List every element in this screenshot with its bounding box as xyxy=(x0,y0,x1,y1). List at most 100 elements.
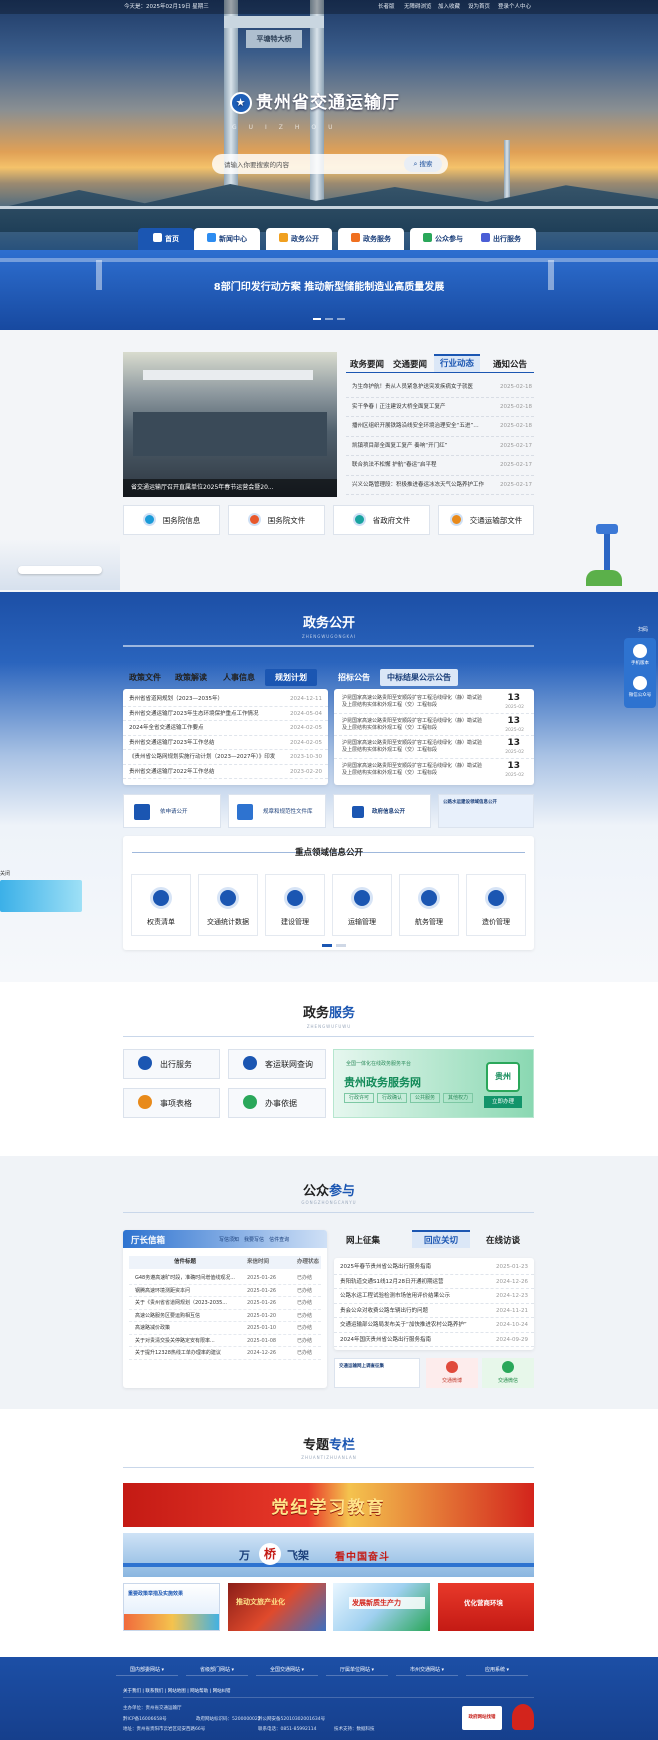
list-item[interactable]: 实干争春丨正注建设大桥全面复工复产 2025-02-18 xyxy=(346,398,534,417)
weibo-card[interactable]: 交通微博 xyxy=(426,1358,478,1388)
table-row[interactable]: 关于对贵清交投关停路定安有限率... 2025-01-08 已办结 xyxy=(129,1335,321,1347)
gov-service-promo[interactable]: 全国一体化在线政务服务平台 贵州政务服务网 行政许可 行政确认 公共服务 其他权力 贵… xyxy=(333,1049,534,1118)
nav-gov-open[interactable]: 政务公开 xyxy=(266,228,332,250)
banner-bridges[interactable]: 万 桥 飞架 看中国奋斗 xyxy=(123,1533,534,1577)
tab-bid-result[interactable]: 中标结果公示公告 xyxy=(380,669,458,686)
nav-travel[interactable]: 出行服务 xyxy=(466,228,536,250)
key-cost[interactable]: 造价管理 xyxy=(466,874,526,936)
list-item[interactable]: 沪昆国家高速公路贵阳至安顺段扩容工程沿线绿化（静）勘试验及上层结构实体和外观工程… xyxy=(334,736,534,759)
mobile-icon[interactable] xyxy=(633,644,647,658)
select-subordinate[interactable]: 厅属单位网站 ▾ xyxy=(326,1664,388,1676)
rules-library-link[interactable]: 规章和规范性文件库 xyxy=(228,794,326,828)
link-letter-query[interactable]: 信件查询 xyxy=(269,1237,289,1243)
news-photo[interactable]: 省交通运输厅召开直属单位2025年春节运营会暨20... xyxy=(123,352,337,497)
list-item[interactable]: 贵州省交通运输厅2023年工作总结 2024-02-05 xyxy=(123,736,328,750)
list-item[interactable]: 为生命护航！贵从人员紧急护送突发疾病女子就医 2025-02-18 xyxy=(346,378,534,398)
list-item[interactable]: 凯镇项目部全面复工复产 奏响“开门红” 2025-02-17 xyxy=(346,437,534,456)
key-transport[interactable]: 运输管理 xyxy=(332,874,392,936)
nav-news[interactable]: 新闻中心 xyxy=(194,228,260,250)
side-wechat-label[interactable]: 微信公众号 xyxy=(624,692,656,698)
list-item[interactable]: 公路水运工程试验检测市场信用评价结果公示 2024-12-23 xyxy=(334,1289,534,1304)
link-homepage[interactable]: 设为首页 xyxy=(468,0,490,14)
tab-response[interactable]: 回应关切 xyxy=(412,1230,471,1248)
tab-bid-notice[interactable]: 招标公告 xyxy=(338,672,370,683)
gov-info-open-link[interactable]: 政府信息公开 xyxy=(333,794,431,828)
list-item[interactable]: 贵州省省道网规划（2023—2035年） 2024-12-11 xyxy=(123,692,328,707)
table-row[interactable]: 高速路减价政策 2025-01-10 已办结 xyxy=(129,1322,321,1335)
list-item[interactable]: 《贵州省公路网规划实施行动计划（2023—2027年）》印发 2023-10-30 xyxy=(123,750,328,765)
tab-notice[interactable]: 通知公告 xyxy=(493,358,527,370)
headline-banner[interactable]: 8部门印发行动方案 推动新型储能制造业高质量发展 xyxy=(0,250,658,330)
quick-province-docs[interactable]: 省政府文件 xyxy=(333,505,430,535)
table-row[interactable]: G48务遵高速旷时段，准确时间增值线观况... 2025-01-26 已办结 xyxy=(129,1272,321,1285)
link-login[interactable]: 登录个人中心 xyxy=(498,0,531,14)
select-national-traffic[interactable]: 全国交通网站 ▾ xyxy=(256,1664,318,1676)
banner-party-study[interactable]: 党纪学习教育 xyxy=(123,1483,534,1527)
float-close[interactable]: 关闭 xyxy=(0,870,10,877)
svc-forms[interactable]: 事项表格 xyxy=(123,1088,220,1118)
search-bar[interactable]: 请输入你要搜索的内容 ⌕ 搜索 xyxy=(212,154,448,174)
svc-basis[interactable]: 办事依据 xyxy=(228,1088,326,1118)
nav-gov-service[interactable]: 政务服务 xyxy=(338,228,404,250)
list-item[interactable]: 兴义公路管理段：积极推进春运冰冻天气公路养护工作 2025-02-17 xyxy=(346,476,534,495)
link-accessible[interactable]: 无障碍浏览 xyxy=(404,0,432,14)
topic-culture[interactable]: 推动文旅产业化 xyxy=(228,1583,326,1631)
list-item[interactable]: 沪昆国家高速公路贵阳至安顺段扩容工程沿线绿化（静）勘试验及上层结构实体和外观工程… xyxy=(334,691,534,714)
link-elder[interactable]: 长者版 xyxy=(378,0,395,14)
link-help[interactable]: 网站帮助 xyxy=(190,1689,208,1694)
table-row[interactable]: 高速公路服务区要运购相互信 2025-01-20 已办结 xyxy=(129,1310,321,1322)
tab-policy[interactable]: 政策文件 xyxy=(129,672,161,683)
tab-personnel[interactable]: 人事信息 xyxy=(223,672,255,683)
link-write-letter[interactable]: 我要写信 xyxy=(244,1237,264,1243)
list-item[interactable]: 2024年国庆贵州省公路出行服务指南 2024-09-29 xyxy=(334,1333,534,1347)
table-row[interactable]: 关于《贵州省省道网规划（2023-2035... 2025-01-26 已办结 xyxy=(129,1297,321,1310)
list-item[interactable]: 联合执法不松懈 护航“春运”启平程 2025-02-17 xyxy=(346,456,534,476)
tab-industry[interactable]: 行业动态 xyxy=(434,354,481,372)
topic-business[interactable]: 优化营商环境 xyxy=(438,1583,534,1631)
list-item[interactable]: 沪昆国家高速公路贵阳至安顺段扩容工程沿线绿化（静）勘试验及上层结构实体和外观工程… xyxy=(334,714,534,736)
apply-open-link[interactable]: 依申请公开 xyxy=(123,794,221,828)
select-ministry-sites[interactable]: 国内部委网站 ▾ xyxy=(116,1664,178,1676)
list-item[interactable]: 贵阳轨道交通S1线12月28日开通初期运营 2024-12-26 xyxy=(334,1275,534,1289)
wechat-icon[interactable] xyxy=(633,676,647,690)
list-item[interactable]: 2024年全省交通运输工作要点 2024-02-05 xyxy=(123,721,328,736)
list-item[interactable]: 贵州省交通运输厅2023年生态环境保护重点工作情况 2024-05-04 xyxy=(123,707,328,721)
photo-caption[interactable]: 省交通运输厅召开直属单位2025年春节运营会暨20... xyxy=(123,479,337,497)
list-item[interactable]: 2025年春节贵州省公路出行服务指南 2025-01-23 xyxy=(334,1260,534,1275)
quick-state-council-info[interactable]: 国务院信息 xyxy=(123,505,220,535)
site-logo[interactable]: ★ 贵州省交通运输厅 xyxy=(230,88,430,114)
select-province-sites[interactable]: 省级部门网站 ▾ xyxy=(186,1664,248,1676)
quick-state-council-docs[interactable]: 国务院文件 xyxy=(228,505,325,535)
link-about[interactable]: 关于我们 xyxy=(123,1689,141,1694)
tab-traffic-news[interactable]: 交通要闻 xyxy=(393,358,427,370)
nav-home[interactable]: 首页 xyxy=(138,228,194,250)
link-sitemap[interactable]: 网站地图 xyxy=(168,1689,186,1694)
promo-button[interactable]: 立即办理 xyxy=(484,1096,522,1108)
quick-ministry-docs[interactable]: 交通运输部文件 xyxy=(438,505,534,535)
side-mobile-label[interactable]: 手机版本 xyxy=(624,660,656,666)
tab-interview[interactable]: 在线访谈 xyxy=(486,1234,520,1246)
survey-card[interactable]: 交通运输网上调查征集 xyxy=(334,1358,420,1388)
tab-interpret[interactable]: 政策解读 xyxy=(175,672,207,683)
key-statistics[interactable]: 交通统计数据 xyxy=(198,874,258,936)
key-power-list[interactable]: 权责清单 xyxy=(131,874,191,936)
highway-info-link[interactable]: 公路水运建设领域信息公开 xyxy=(438,794,534,828)
search-input[interactable]: 请输入你要搜索的内容 xyxy=(224,159,289,169)
search-button[interactable]: ⌕ 搜索 xyxy=(404,156,442,172)
svc-travel[interactable]: 出行服务 xyxy=(123,1049,220,1079)
key-construction[interactable]: 建设管理 xyxy=(265,874,325,936)
float-ad[interactable] xyxy=(0,880,82,912)
list-item[interactable]: 沪昆国家高速公路贵阳至安顺段扩容工程沿线绿化（静）勘试验及上层结构实体和外观工程… xyxy=(334,759,534,782)
wechat-card[interactable]: 交通微信 xyxy=(482,1358,534,1388)
select-city-traffic[interactable]: 市州交通网站 ▾ xyxy=(396,1664,458,1676)
link-error[interactable]: 网站纠错 xyxy=(213,1689,231,1694)
link-favorite[interactable]: 加入收藏 xyxy=(438,0,460,14)
tab-gov-news[interactable]: 政务要闻 xyxy=(350,358,384,370)
list-item[interactable]: 交通运输部公路局发布关于“加快推进农村公路养护” 2024-10-24 xyxy=(334,1318,534,1333)
link-contact[interactable]: 联系我们 xyxy=(145,1689,163,1694)
list-item[interactable]: 贵会公众对收费公路车辆出行的问题 2024-11-21 xyxy=(334,1304,534,1318)
banner-headline[interactable]: 8部门印发行动方案 推动新型储能制造业高质量发展 xyxy=(0,278,658,293)
banner-dots[interactable] xyxy=(0,314,658,322)
tab-online-collect[interactable]: 网上征集 xyxy=(346,1234,380,1246)
list-item[interactable]: 播州区组织开展铁路沿线安全环境治理安全“五进”宣传 2025-02-18 xyxy=(346,417,534,437)
